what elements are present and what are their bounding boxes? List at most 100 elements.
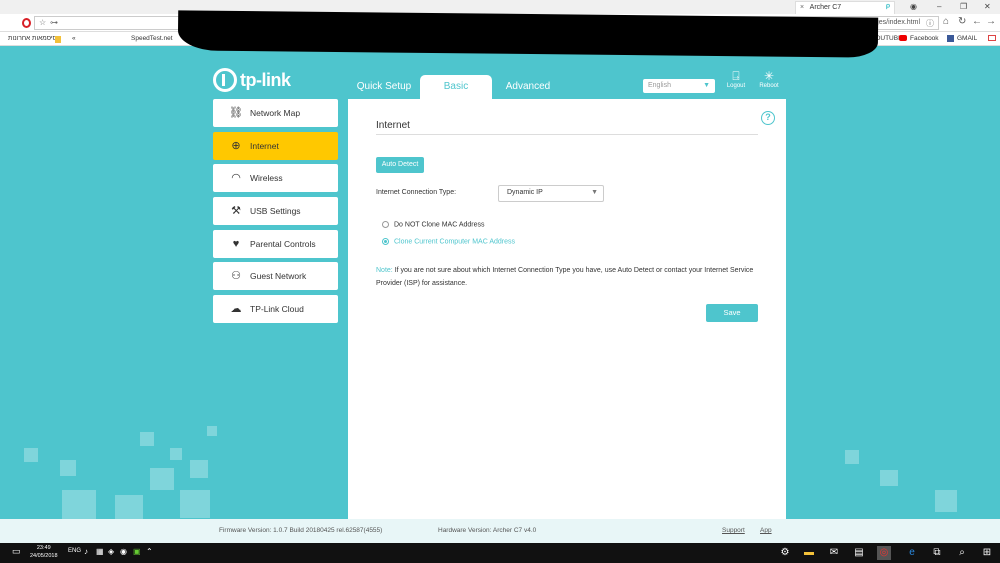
decor-square [190, 460, 208, 478]
help-icon[interactable]: ? [761, 111, 775, 125]
tab-advanced[interactable]: Advanced [498, 75, 558, 99]
chevron-up-icon[interactable]: ⌃ [146, 547, 153, 556]
reboot-button[interactable]: ✳ Reboot [754, 69, 784, 89]
maximize-icon[interactable]: ❐ [960, 2, 967, 11]
decor-square [935, 490, 957, 512]
tray-icon[interactable]: ▣ [133, 547, 141, 556]
firmware-version: Firmware Version: 1.0.7 Build 20180425 r… [219, 527, 383, 534]
browser-tab[interactable]: × Archer C7 ᑭ [795, 1, 895, 14]
back-icon[interactable]: ← [972, 16, 982, 27]
app-icon[interactable]: ⚙ [778, 546, 792, 560]
decor-square [207, 426, 217, 436]
network-map-icon: ⛓ [229, 107, 243, 119]
auto-detect-button[interactable]: Auto Detect [376, 157, 424, 173]
sidebar-item-guest-network[interactable]: ⚇ Guest Network [213, 262, 338, 290]
task-view-icon[interactable]: ⧉ [930, 546, 944, 560]
bookmark-more[interactable]: « [72, 35, 76, 42]
logout-icon: ⍈ [732, 69, 740, 83]
sidebar-item-network-map[interactable]: ⛓ Network Map [213, 99, 338, 127]
windows-start-icon[interactable]: ⊞ [980, 546, 994, 560]
language-select[interactable]: English ▼ [643, 79, 715, 93]
tray-icon[interactable]: ◈ [108, 547, 114, 556]
chevron-down-icon: ▼ [591, 189, 598, 196]
hardware-version: Hardware Version: Archer C7 v4.0 [438, 527, 537, 534]
network-icon[interactable]: ▦ [96, 547, 104, 556]
browser-titlebar: × Archer C7 ᑭ ◉ – ❐ ✕ [0, 0, 1000, 14]
opera-logo-icon[interactable] [22, 18, 31, 28]
bookmark-gmail[interactable]: GMAIL [947, 35, 977, 42]
tplink-favicon-icon: ᑭ [885, 4, 890, 11]
footer: Firmware Version: 1.0.7 Build 20180425 r… [0, 519, 1000, 543]
decor-square [880, 470, 898, 486]
guest-icon: ⚇ [231, 270, 241, 282]
title-divider [376, 134, 758, 135]
connection-type-value: Dynamic IP [507, 189, 543, 196]
sidebar-item-tplink-cloud[interactable]: ☁ TP-Link Cloud [213, 295, 338, 323]
tab-close-icon[interactable]: × [800, 4, 804, 11]
bookmark-star-icon[interactable]: ☆ [39, 18, 46, 27]
camera-icon[interactable]: ◉ [910, 2, 917, 11]
chevron-down-icon: ▼ [703, 82, 710, 89]
taskbar: ▭ 23:49 24/05/2018 ENG ♪ ▦ ◈ ◉ ▣ ⌃ ⚙ ▬ ✉… [0, 543, 1000, 563]
store-icon[interactable]: ▤ [852, 546, 866, 560]
app-link[interactable]: App [760, 527, 772, 534]
tplink-logo-icon [213, 68, 237, 92]
facebook-icon [947, 35, 954, 42]
chrome-icon[interactable]: ◎ [877, 546, 891, 560]
folder-icon[interactable] [55, 36, 61, 43]
taskbar-lang[interactable]: ENG [68, 548, 81, 554]
key-icon[interactable]: ⊶ [50, 18, 58, 27]
usb-icon: ⚒ [231, 205, 241, 217]
language-value: English [648, 82, 671, 89]
save-button[interactable]: Save [706, 304, 758, 322]
file-explorer-icon[interactable]: ▬ [802, 546, 816, 560]
decor-square [62, 490, 96, 520]
support-link[interactable]: Support [722, 527, 745, 534]
decor-square [24, 448, 38, 462]
taskbar-clock[interactable]: 23:49 24/05/2018 [30, 545, 58, 560]
tab-quick-setup[interactable]: Quick Setup [352, 75, 416, 99]
decor-square [60, 460, 76, 476]
minimize-icon[interactable]: – [937, 2, 941, 11]
wifi-icon: ◠ [231, 172, 241, 184]
bookmark-hebrew[interactable]: סיסמאות אחרונות [8, 35, 57, 42]
cloud-icon: ☁ [230, 303, 242, 315]
refresh-icon[interactable]: ↻ [958, 16, 966, 27]
radio-button[interactable] [382, 221, 389, 228]
mail-icon[interactable]: ✉ [827, 546, 841, 560]
search-icon[interactable]: ⌕ [955, 546, 969, 560]
globe-icon: ⊕ [231, 140, 241, 152]
connection-type-select[interactable]: Dynamic IP ▼ [498, 185, 604, 202]
radio-clone-mac[interactable]: Clone Current Computer MAC Address [382, 238, 515, 245]
sidebar-item-usb-settings[interactable]: ⚒ USB Settings [213, 197, 338, 225]
bookmark-speedtest[interactable]: SpeedTest.net [131, 35, 173, 42]
info-icon[interactable]: ⓘ [926, 18, 934, 29]
sidebar-item-parental-controls[interactable]: ♥ Parental Controls [213, 230, 338, 258]
decor-square [140, 432, 154, 446]
gmail-icon [988, 35, 999, 42]
decor-square [180, 490, 210, 518]
bookmark-facebook[interactable]: Facebook [899, 35, 939, 42]
home-icon[interactable]: ⌂ [943, 16, 949, 27]
radio-button-selected[interactable] [382, 238, 389, 245]
logout-button[interactable]: ⍈ Logout [721, 69, 751, 89]
sidebar-item-internet[interactable]: ⊕ Internet [213, 132, 338, 160]
volume-icon[interactable]: ♪ [84, 547, 88, 556]
close-window-icon[interactable]: ✕ [984, 2, 991, 11]
heart-icon: ♥ [232, 238, 240, 250]
logo-text: tp-link [240, 69, 291, 90]
tab-basic[interactable]: Basic [420, 75, 492, 99]
decor-square [150, 468, 174, 490]
note-text: Note: If you are not sure about which In… [376, 267, 754, 287]
sidebar-item-wireless[interactable]: ◠ Wireless [213, 164, 338, 192]
tplink-logo: tp-link [213, 68, 291, 92]
connection-type-label: Internet Connection Type: [376, 189, 457, 196]
radio-no-clone-mac[interactable]: Do NOT Clone MAC Address [382, 221, 485, 228]
notification-icon[interactable]: ▭ [12, 546, 21, 557]
redaction-mark [177, 10, 879, 58]
forward-icon[interactable]: → [986, 16, 996, 27]
edge-icon[interactable]: e [905, 546, 919, 560]
tray-icon[interactable]: ◉ [120, 547, 127, 556]
decor-square [170, 448, 182, 460]
tab-title: Archer C7 [809, 4, 842, 11]
